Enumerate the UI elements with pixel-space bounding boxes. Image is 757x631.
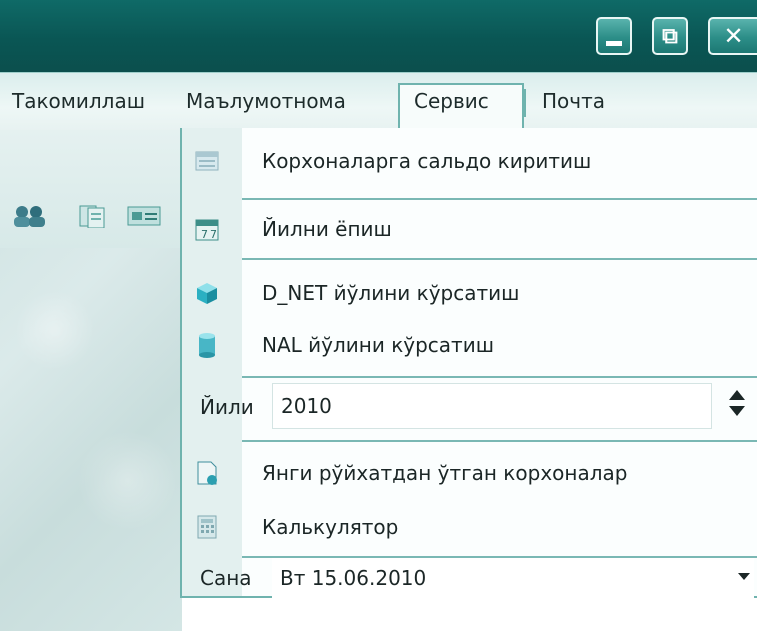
menu-item-pochta[interactable]: Почта xyxy=(542,89,605,113)
window-titlebar: ⧉ ✕ xyxy=(0,0,757,72)
service-dropdown-menu: Корхоналарга сальдо киритиш 7 7 Йилни ёп… xyxy=(180,128,757,598)
close-icon: ✕ xyxy=(723,22,744,50)
menu-item-saldo-entry[interactable]: Корхоналарга сальдо киритиш xyxy=(182,136,757,186)
menu-item-label: NAL йўлини кўрсатиш xyxy=(262,333,495,357)
svg-text:7: 7 xyxy=(201,228,208,241)
new-document-icon xyxy=(197,461,217,485)
menu-item-label: D_NET йўлини кўрсатиш xyxy=(262,281,520,305)
menu-item-calculator[interactable]: Калькулятор xyxy=(182,502,757,552)
menu-item-label: Янги рўйхатдан ўтган корхоналар xyxy=(262,461,628,485)
chevron-down-icon[interactable] xyxy=(738,573,750,580)
year-spinner[interactable] xyxy=(726,386,748,426)
year-input[interactable]: 2010 xyxy=(272,383,712,429)
users-icon[interactable] xyxy=(12,204,48,228)
menu-item-close-year[interactable]: 7 7 Йилни ёпиш xyxy=(182,204,757,254)
card-icon[interactable] xyxy=(126,204,162,228)
spin-down-icon[interactable] xyxy=(729,406,745,416)
svg-text:7: 7 xyxy=(210,228,217,241)
ledger-icon xyxy=(195,151,219,171)
menu-item-servis[interactable]: Сервис xyxy=(414,89,489,113)
restore-icon: ⧉ xyxy=(662,23,678,49)
menu-item-label: Корхоналарга сальдо киритиш xyxy=(262,149,592,173)
restore-button[interactable]: ⧉ xyxy=(652,17,688,55)
menu-item-label: Калькулятор xyxy=(262,515,399,539)
close-button[interactable]: ✕ xyxy=(708,17,757,55)
database-icon xyxy=(199,333,215,358)
menu-bar: Такомиллаш Маълумотнома Сервис Почта xyxy=(0,72,757,132)
toolbar xyxy=(0,130,182,248)
menu-item-takomillash[interactable]: Такомиллаш xyxy=(12,89,145,113)
minimize-button[interactable] xyxy=(596,17,632,55)
menu-item-dnet-path[interactable]: D_NET йўлини кўрсатиш xyxy=(182,268,757,318)
documents-icon[interactable] xyxy=(78,204,108,228)
calculator-icon xyxy=(197,515,217,539)
menu-item-new-registered[interactable]: Янги рўйхатдан ўтган корхоналар xyxy=(182,448,757,498)
menu-divider xyxy=(242,440,757,442)
cube-icon xyxy=(197,283,217,304)
menu-divider xyxy=(242,258,757,260)
menu-item-nal-path[interactable]: NAL йўлини кўрсатиш xyxy=(182,320,757,370)
menu-divider xyxy=(242,198,757,200)
menu-item-malumotnoma[interactable]: Маълумотнома xyxy=(186,89,346,113)
year-label: Йили xyxy=(200,395,254,419)
menu-divider xyxy=(242,376,757,378)
calendar-icon: 7 7 xyxy=(195,219,219,241)
date-select[interactable]: Вт 15.06.2010 xyxy=(272,558,754,598)
minimize-icon xyxy=(606,40,622,46)
spin-up-icon[interactable] xyxy=(729,390,745,400)
menu-item-label: Йилни ёпиш xyxy=(262,217,392,241)
date-label: Сана xyxy=(200,566,252,590)
menu-separator xyxy=(524,89,526,117)
